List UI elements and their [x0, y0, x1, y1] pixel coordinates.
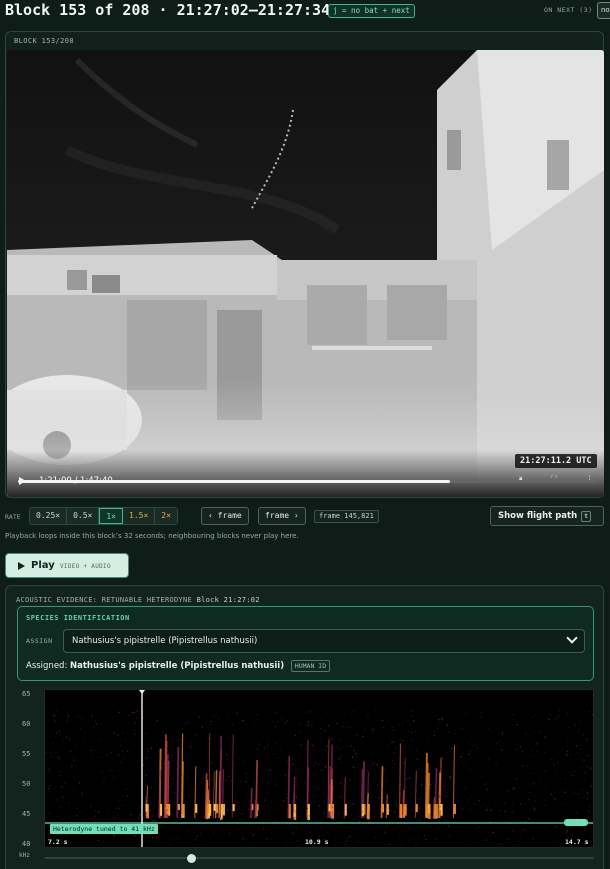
rate-option-1-5[interactable]: 1.5× [123, 508, 156, 524]
x-tick: 10.9 s [305, 838, 329, 846]
play-icon [18, 562, 25, 570]
on-next-option-button[interactable]: no [597, 2, 610, 19]
y-tick: 60 [22, 720, 31, 728]
on-next-label: ON NEXT (3) [544, 6, 593, 14]
play-video-audio-button[interactable]: Play VIDEO + AUDIO [5, 553, 129, 578]
frame-number-badge: frame 145,821 [314, 510, 379, 523]
video-controls: 1:21:00 / 1:47:40 🔇︎ ⛶ ⋮ [7, 470, 604, 497]
rate-label: RATE [5, 513, 21, 521]
acoustic-evidence-panel: ACOUSTIC EVIDENCE: RETUNABLE HETERODYNE … [5, 585, 604, 869]
y-tick: 50 [22, 780, 31, 788]
heterodyne-label: Heterodyne tuned to 41 kHz [50, 824, 158, 834]
next-frame-button[interactable]: frame › [258, 507, 306, 525]
video-seek-fill [18, 480, 451, 483]
acoustic-heading: ACOUSTIC EVIDENCE: RETUNABLE HETERODYNE … [16, 596, 260, 604]
species-heading: SPECIES IDENTIFICATION [26, 614, 130, 622]
species-identification-box: SPECIES IDENTIFICATION ASSIGN Nathusius'… [17, 606, 594, 681]
assigned-species: Assigned: Nathusius's pipistrelle (Pipis… [26, 660, 331, 672]
acoustic-heading-text: ACOUSTIC EVIDENCE: RETUNABLE HETERODYNE [16, 596, 193, 604]
human-id-badge: HUMAN ID [290, 660, 331, 672]
flight-path-key-hint: t [581, 511, 592, 522]
acoustic-block-time: Block 21:27:02 [196, 596, 260, 604]
assigned-value: Nathusius's pipistrelle (Pipistrellus na… [70, 661, 285, 671]
x-tick: 14.7 s [565, 838, 589, 846]
rate-option-1[interactable]: 1× [99, 508, 123, 524]
tuning-slider[interactable] [45, 853, 594, 863]
rate-selector: 0.25× 0.5× 1× 1.5× 2× [29, 507, 178, 525]
play-label: Play [31, 560, 55, 571]
play-sublabel: VIDEO + AUDIO [60, 563, 111, 570]
y-tick: 40 [22, 840, 31, 848]
species-select[interactable]: Nathusius's pipistrelle (Pipistrellus na… [63, 629, 585, 653]
species-select-value: Nathusius's pipistrelle (Pipistrellus na… [72, 636, 258, 646]
assign-label: ASSIGN [26, 637, 53, 645]
rate-option-0-25[interactable]: 0.25× [30, 508, 68, 524]
thermal-scene [7, 50, 604, 497]
assigned-prefix: Assigned: [26, 661, 68, 671]
prev-frame-button[interactable]: ‹ frame [201, 507, 249, 525]
playback-note: Playback loops inside this block’s 32 se… [5, 532, 299, 540]
page-title: Block 153 of 208 · 21:27:02–21:27:34 UTC [5, 1, 367, 19]
video-panel: BLOCK 153/208 21:27:11.2 UTC [5, 31, 604, 498]
y-tick: 45 [22, 810, 31, 818]
y-unit-label: kHz [19, 852, 30, 859]
header: Block 153 of 208 · 21:27:02–21:27:34 UTC… [0, 0, 610, 24]
video-panel-label: BLOCK 153/208 [14, 37, 74, 45]
chevron-down-icon [566, 632, 578, 644]
spectrogram[interactable]: Heterodyne tuned to 41 kHz 7.2 s 10.9 s … [44, 689, 594, 848]
rate-option-0-5[interactable]: 0.5× [67, 508, 100, 524]
x-tick: 7.2 s [48, 838, 68, 846]
thermal-video[interactable]: 21:27:11.2 UTC 1:21:00 / 1:47:40 🔇︎ ⛶ ⋮ [7, 50, 604, 497]
show-flight-path-label: Show flight path [498, 511, 578, 521]
rate-option-2[interactable]: 2× [155, 508, 177, 524]
shortcut-hint-badge: j = no bat + next [328, 4, 415, 18]
y-tick: 65 [22, 690, 31, 698]
y-tick: 55 [22, 750, 31, 758]
video-seek-bar[interactable] [18, 480, 595, 483]
video-timestamp: 21:27:11.2 UTC [515, 454, 597, 468]
show-flight-path-button[interactable]: Show flight path t [490, 506, 604, 526]
tuning-slider-knob[interactable] [187, 853, 196, 863]
